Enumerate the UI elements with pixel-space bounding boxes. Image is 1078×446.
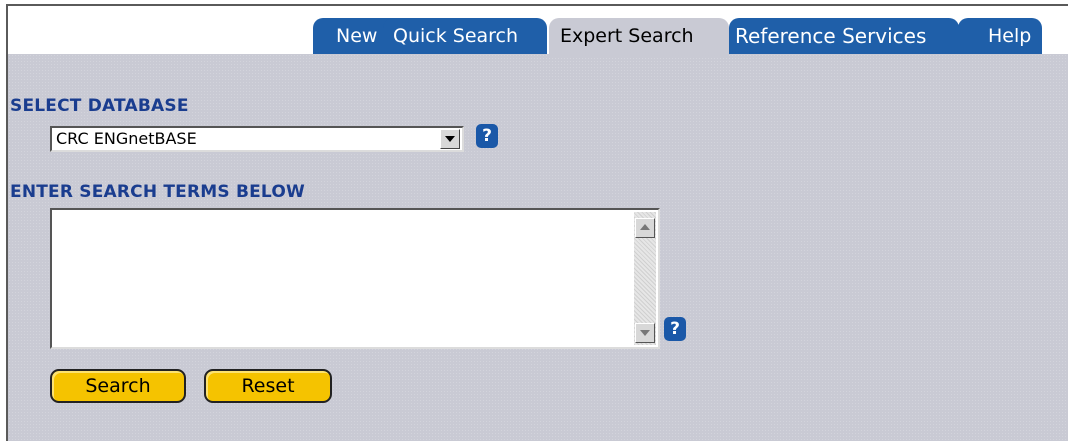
database-select-value: CRC ENGnetBASE: [56, 129, 197, 148]
search-terms-help-icon[interactable]: ?: [664, 317, 686, 341]
scroll-up-icon[interactable]: [635, 218, 655, 238]
database-select[interactable]: CRC ENGnetBASE: [50, 126, 464, 152]
database-help-icon[interactable]: ?: [476, 124, 498, 148]
search-button[interactable]: Search: [50, 369, 186, 403]
search-terms-label: ENTER SEARCH TERMS BELOW: [10, 182, 305, 202]
tab-help[interactable]: Help: [958, 18, 1042, 54]
search-terms-textarea[interactable]: [50, 208, 660, 349]
tab-quick-search[interactable]: Quick Search: [383, 18, 547, 54]
select-database-label: SELECT DATABASE: [10, 96, 189, 116]
tab-reference-services[interactable]: Reference Services: [729, 18, 959, 54]
textarea-scrollbar[interactable]: [634, 212, 656, 345]
tab-expert-search[interactable]: Expert Search: [549, 18, 729, 56]
chevron-down-icon[interactable]: [440, 129, 460, 149]
search-frame: New Quick Search Reference Services Help…: [6, 4, 1068, 441]
scroll-down-icon[interactable]: [635, 323, 655, 343]
reset-button[interactable]: Reset: [204, 369, 332, 403]
